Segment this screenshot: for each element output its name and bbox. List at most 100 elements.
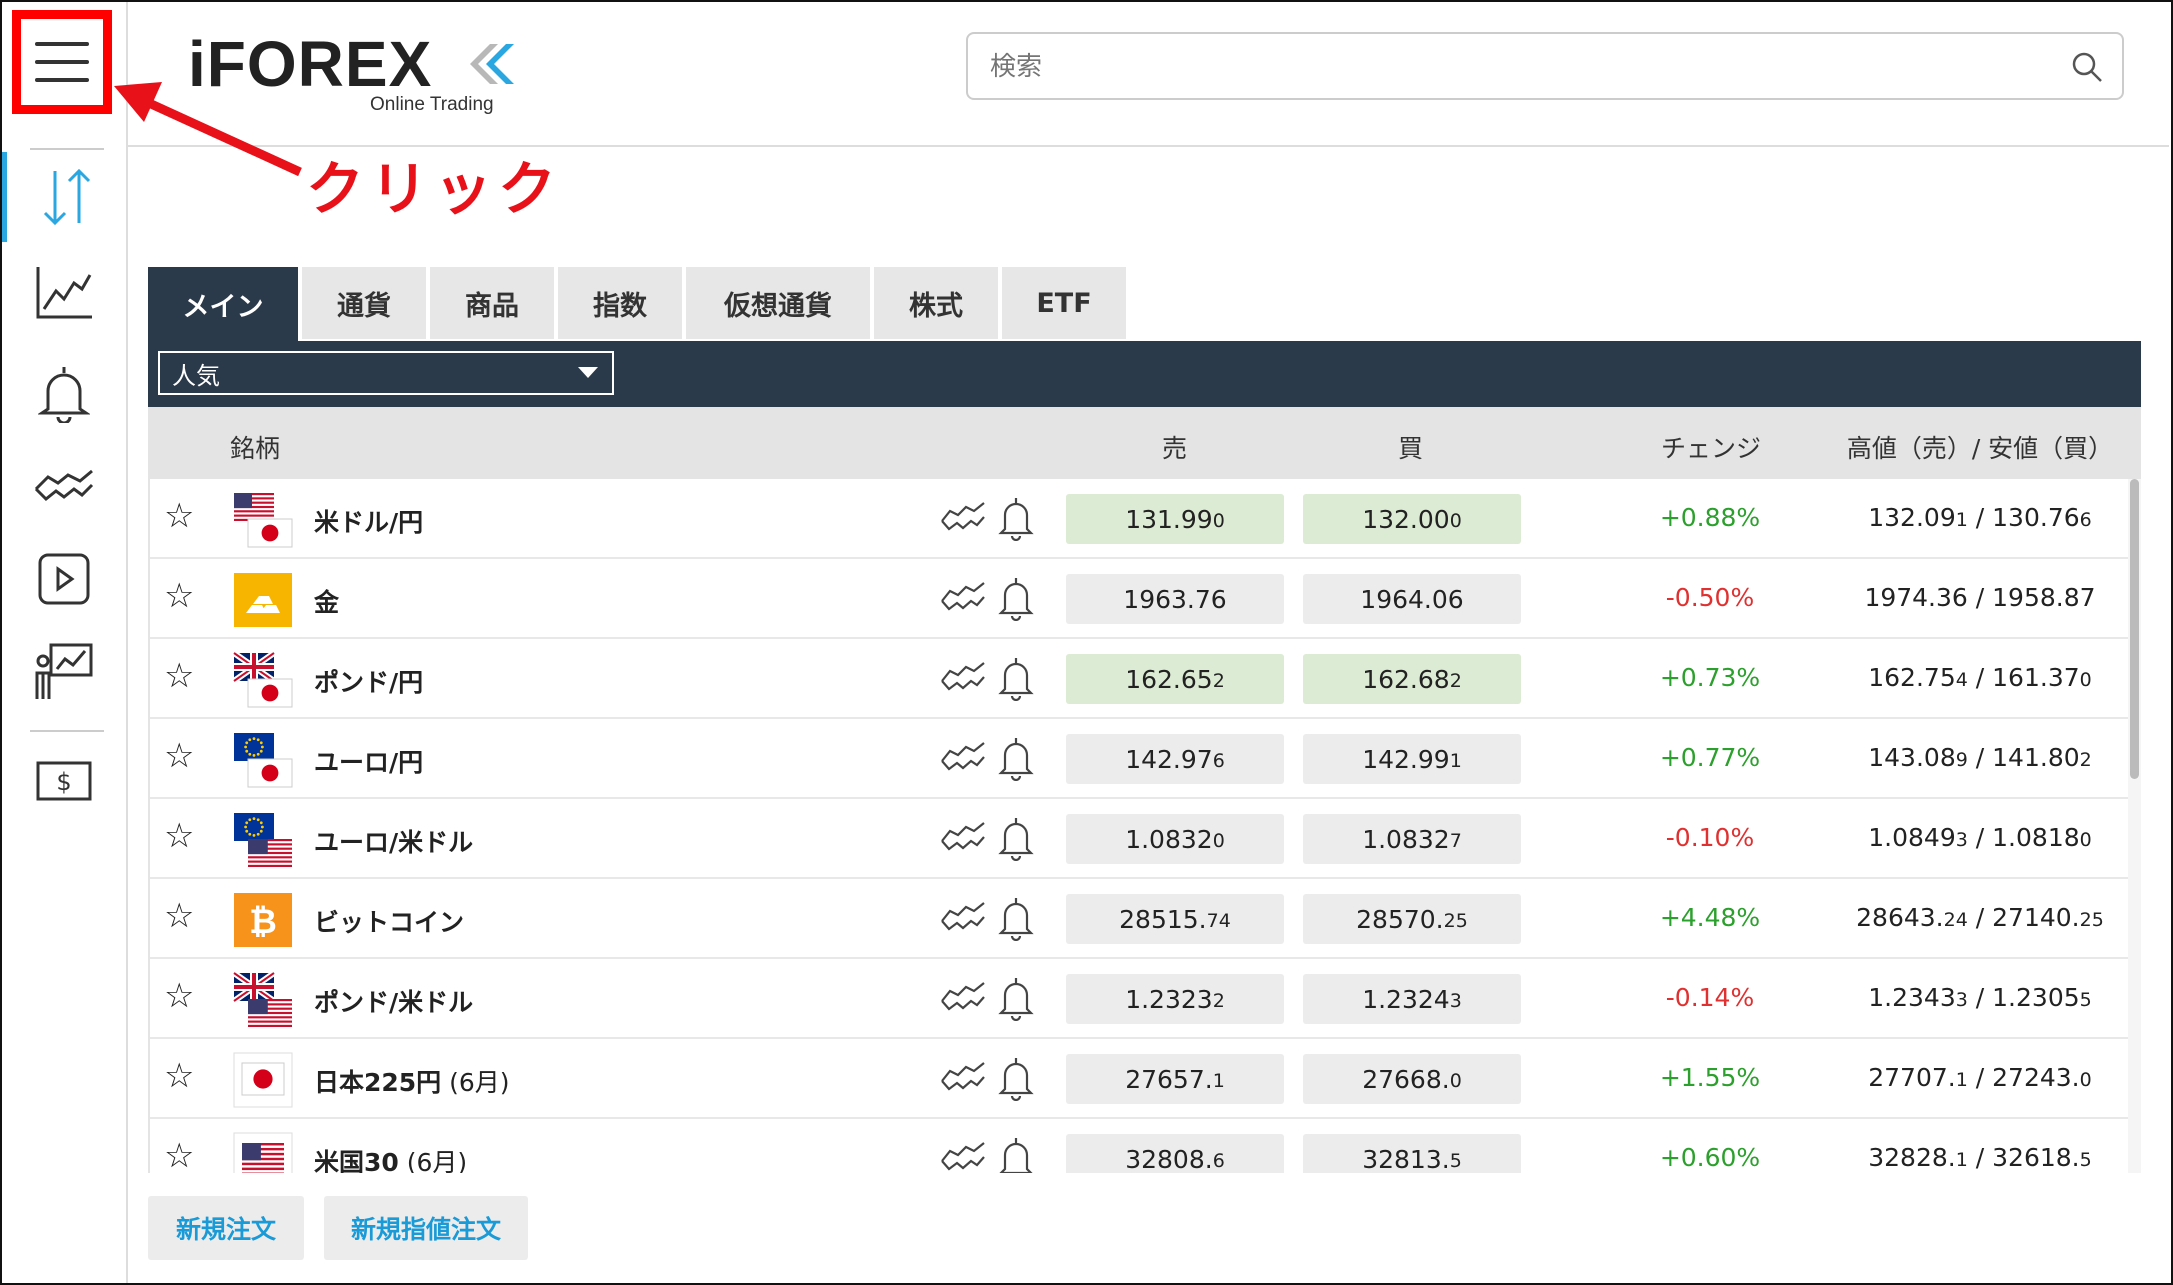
table-row[interactable]: ☆ ポンド/米ドル 1.2323 2 1.2324 3 -0.14% 1.23433… <box>150 959 2130 1039</box>
filter-select[interactable]: 人気 <box>158 351 614 395</box>
star-icon[interactable]: ☆ <box>164 819 194 853</box>
star-icon[interactable]: ☆ <box>164 739 194 773</box>
trade-deal-button[interactable] <box>940 901 986 939</box>
sell-price-button[interactable]: 27657. 1 <box>1066 1054 1284 1104</box>
sell-price-button[interactable]: 142.97 6 <box>1066 734 1284 784</box>
star-icon[interactable]: ☆ <box>164 579 194 613</box>
tab-etf[interactable]: ETF <box>1002 267 1126 339</box>
bell-icon[interactable] <box>998 495 1034 542</box>
trade-deal-button[interactable] <box>940 1061 986 1099</box>
trade-deal-button[interactable] <box>940 581 986 619</box>
star-icon[interactable]: ☆ <box>164 1139 194 1173</box>
search-input[interactable] <box>988 48 2042 86</box>
instrument-name[interactable]: ユーロ/円 <box>314 743 423 779</box>
sidebar-item-education[interactable] <box>2 626 126 716</box>
trade-deal-icon[interactable] <box>940 1061 986 1095</box>
sidebar-item-funds[interactable]: $ <box>2 736 126 826</box>
sell-price-button[interactable]: 28515. 74 <box>1066 894 1284 944</box>
buy-price-button[interactable]: 1.0832 7 <box>1303 814 1521 864</box>
table-row[interactable]: ☆ ユーロ/円 142.97 6 142.99 1 +0.77% 143.089 /… <box>150 719 2130 799</box>
search-icon[interactable] <box>2070 50 2104 84</box>
buy-price-button[interactable]: 1.2324 3 <box>1303 974 1521 1024</box>
tab-main[interactable]: メイン <box>148 267 298 341</box>
bell-icon[interactable] <box>998 575 1034 622</box>
trade-deal-icon[interactable] <box>940 1141 986 1173</box>
new-order-button[interactable]: 新規注文 <box>148 1196 304 1260</box>
buy-price-button[interactable]: 32813. 5 <box>1303 1134 1521 1173</box>
table-row[interactable]: ☆ 米ドル/円 131.99 0 132.00 0 +0.88% 132.091 /… <box>150 479 2130 559</box>
sell-price-button[interactable]: 1.0832 0 <box>1066 814 1284 864</box>
alert-button[interactable] <box>998 575 1034 625</box>
sidebar-item-deals[interactable] <box>2 442 126 532</box>
trade-deal-button[interactable] <box>940 661 986 699</box>
trade-deal-icon[interactable] <box>940 581 986 615</box>
buy-price-button[interactable]: 132.00 0 <box>1303 494 1521 544</box>
table-row[interactable]: ☆ 米国30 (6月) 32808. 6 32813. 5 +0.60% 32828… <box>150 1119 2130 1173</box>
buy-price-button[interactable]: 1964.06 <box>1303 574 1521 624</box>
bell-icon[interactable] <box>998 975 1034 1022</box>
buy-price-button[interactable]: 162.68 2 <box>1303 654 1521 704</box>
sell-price-button[interactable]: 32808. 6 <box>1066 1134 1284 1173</box>
sidebar-item-trade[interactable] <box>2 152 126 242</box>
trade-deal-button[interactable] <box>940 1141 986 1173</box>
alert-button[interactable] <box>998 655 1034 705</box>
buy-price-button[interactable]: 27668. 0 <box>1303 1054 1521 1104</box>
star-icon[interactable]: ☆ <box>164 899 194 933</box>
star-icon[interactable]: ☆ <box>164 659 194 693</box>
bell-icon[interactable] <box>998 655 1034 702</box>
bell-icon[interactable] <box>998 1135 1034 1173</box>
alert-button[interactable] <box>998 1055 1034 1105</box>
trade-deal-button[interactable] <box>940 741 986 779</box>
sell-price-button[interactable]: 162.65 2 <box>1066 654 1284 704</box>
table-row[interactable]: ☆ 金 1963.76 1964.06 -0.50% 1974.36 / 195… <box>150 559 2130 639</box>
buy-price-button[interactable]: 142.99 1 <box>1303 734 1521 784</box>
trade-deal-icon[interactable] <box>940 981 986 1015</box>
table-row[interactable]: ☆ ポンド/円 162.65 2 162.68 2 +0.73% 162.754 /… <box>150 639 2130 719</box>
trade-deal-icon[interactable] <box>940 901 986 935</box>
tab-indices[interactable]: 指数 <box>558 267 682 339</box>
tab-stocks[interactable]: 株式 <box>874 267 998 339</box>
alert-button[interactable] <box>998 815 1034 865</box>
sidebar-item-video[interactable] <box>2 534 126 624</box>
trade-deal-icon[interactable] <box>940 501 986 535</box>
alert-button[interactable] <box>998 735 1034 785</box>
instrument-name[interactable]: 日本225円 (6月) <box>314 1063 510 1099</box>
sell-price-button[interactable]: 1.2323 2 <box>1066 974 1284 1024</box>
trade-deal-button[interactable] <box>940 821 986 859</box>
instrument-name[interactable]: 金 <box>314 583 339 619</box>
trade-deal-button[interactable] <box>940 501 986 539</box>
tab-crypto[interactable]: 仮想通貨 <box>686 267 870 339</box>
trade-deal-button[interactable] <box>940 981 986 1019</box>
bell-icon[interactable] <box>998 815 1034 862</box>
bell-icon[interactable] <box>998 1055 1034 1102</box>
new-limit-order-button[interactable]: 新規指値注文 <box>324 1196 528 1260</box>
table-row[interactable]: ☆ ユーロ/米ドル 1.0832 0 1.0832 7 -0.10% 1.08493… <box>150 799 2130 879</box>
instrument-name[interactable]: 米国30 (6月) <box>314 1143 467 1173</box>
table-scrollbar[interactable] <box>2128 479 2141 1173</box>
sidebar-item-chart[interactable] <box>2 248 126 338</box>
sidebar-item-alerts[interactable] <box>2 348 126 438</box>
star-icon[interactable]: ☆ <box>164 499 194 533</box>
sell-price-button[interactable]: 1963.76 <box>1066 574 1284 624</box>
bell-icon[interactable] <box>998 735 1034 782</box>
trade-deal-icon[interactable] <box>940 821 986 855</box>
tab-currency[interactable]: 通貨 <box>302 267 426 339</box>
star-icon[interactable]: ☆ <box>164 1059 194 1093</box>
hamburger-menu-button[interactable] <box>12 10 112 114</box>
trade-deal-icon[interactable] <box>940 741 986 775</box>
table-row[interactable]: ☆ 日本225円 (6月) 27657. 1 27668. 0 +1.55% 277… <box>150 1039 2130 1119</box>
alert-button[interactable] <box>998 895 1034 945</box>
instrument-name[interactable]: ポンド/円 <box>314 663 423 699</box>
alert-button[interactable] <box>998 975 1034 1025</box>
scrollbar-thumb[interactable] <box>2130 479 2139 779</box>
trade-deal-icon[interactable] <box>940 661 986 695</box>
instrument-name[interactable]: ユーロ/米ドル <box>314 823 473 859</box>
table-row[interactable]: ☆ ₿ ビットコイン 28515. 74 28570. 25 +4.48% 2864… <box>150 879 2130 959</box>
instrument-name[interactable]: 米ドル/円 <box>314 503 423 539</box>
instrument-name[interactable]: ビットコイン <box>314 903 464 939</box>
buy-price-button[interactable]: 28570. 25 <box>1303 894 1521 944</box>
tab-commodities[interactable]: 商品 <box>430 267 554 339</box>
alert-button[interactable] <box>998 1135 1034 1173</box>
sell-price-button[interactable]: 131.99 0 <box>1066 494 1284 544</box>
instrument-name[interactable]: ポンド/米ドル <box>314 983 473 1019</box>
